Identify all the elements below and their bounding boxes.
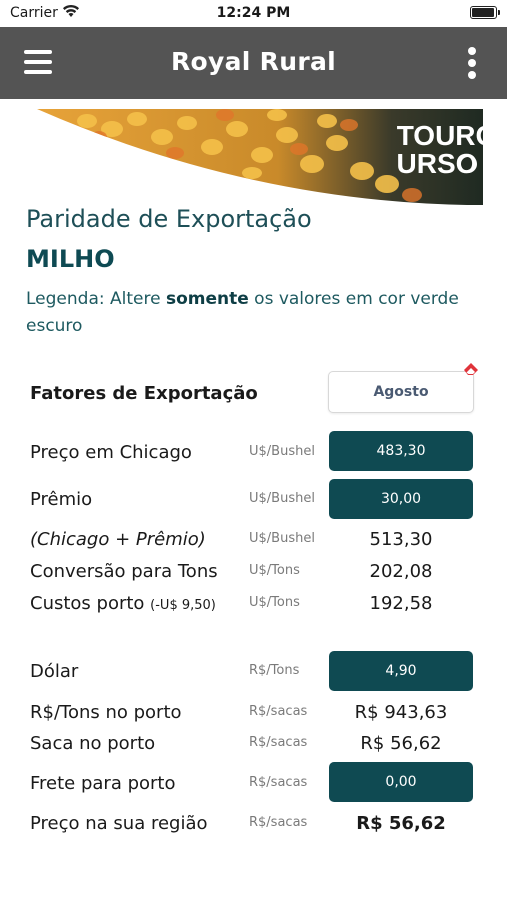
legend-bold: somente <box>165 289 249 309</box>
chicago-price-input[interactable]: 483,30 <box>329 431 473 471</box>
legend-prefix: Legenda: Altere <box>26 289 166 309</box>
battery-icon <box>470 6 500 19</box>
banner-brand-line2: URSO <box>397 148 478 179</box>
chicago-premio-value: 513,30 <box>369 529 433 550</box>
conversao-value: 202,08 <box>369 561 433 582</box>
custos-label: Custos porto (-U$ 9,50) <box>30 593 216 614</box>
chicago-label: Preço em Chicago <box>30 442 192 463</box>
legend-text: Legenda: Altere somente os valores em co… <box>26 286 486 340</box>
saca-label: Saca no porto <box>30 733 156 754</box>
frete-label: Frete para porto <box>30 773 176 794</box>
premio-unit: U$/Bushel <box>249 491 315 506</box>
chicago-unit: U$/Bushel <box>249 444 315 459</box>
eraser-icon[interactable] <box>462 361 480 375</box>
month-selector-button[interactable]: Agosto <box>328 371 474 413</box>
banner-image: TOURO URSO <box>27 109 483 205</box>
rs-tons-label: R$/Tons no porto <box>30 702 182 723</box>
rs-tons-value: R$ 943,63 <box>354 702 448 723</box>
rs-tons-unit: R$/sacas <box>249 704 308 719</box>
dolar-label: Dólar <box>30 661 79 682</box>
banner-brand-line1: TOURO <box>397 120 483 151</box>
premio-input[interactable]: 30,00 <box>329 479 473 519</box>
frete-unit: R$/sacas <box>249 775 308 790</box>
dolar-input[interactable]: 4,90 <box>329 651 473 691</box>
product-name: MILHO <box>26 245 115 273</box>
status-bar: Carrier 12:24 PM <box>0 0 507 27</box>
chicago-premio-unit: U$/Bushel <box>249 531 315 546</box>
custos-label-note: (-U$ 9,50) <box>150 598 216 613</box>
app-title: Royal Rural <box>171 47 336 76</box>
dolar-unit: R$/Tons <box>249 663 300 678</box>
frete-input[interactable]: 0,00 <box>329 762 473 802</box>
regiao-label: Preço na sua região <box>30 813 208 834</box>
regiao-value: R$ 56,62 <box>356 813 446 834</box>
custos-label-text: Custos porto <box>30 593 145 614</box>
custos-unit: U$/Tons <box>249 595 300 610</box>
page-title: Paridade de Exportação <box>26 205 312 233</box>
saca-value: R$ 56,62 <box>360 733 442 754</box>
custos-value: 192,58 <box>369 593 433 614</box>
more-options-icon[interactable] <box>467 47 477 79</box>
saca-unit: R$/sacas <box>249 735 308 750</box>
regiao-unit: R$/sacas <box>249 815 308 830</box>
factors-heading: Fatores de Exportação <box>30 383 258 404</box>
clock: 12:24 PM <box>216 5 291 21</box>
conversao-unit: U$/Tons <box>249 563 300 578</box>
conversao-label: Conversão para Tons <box>30 561 218 582</box>
premio-label: Prêmio <box>30 489 93 510</box>
chicago-premio-label: (Chicago + Prêmio) <box>30 529 206 550</box>
app-bar: Royal Rural <box>0 27 507 99</box>
